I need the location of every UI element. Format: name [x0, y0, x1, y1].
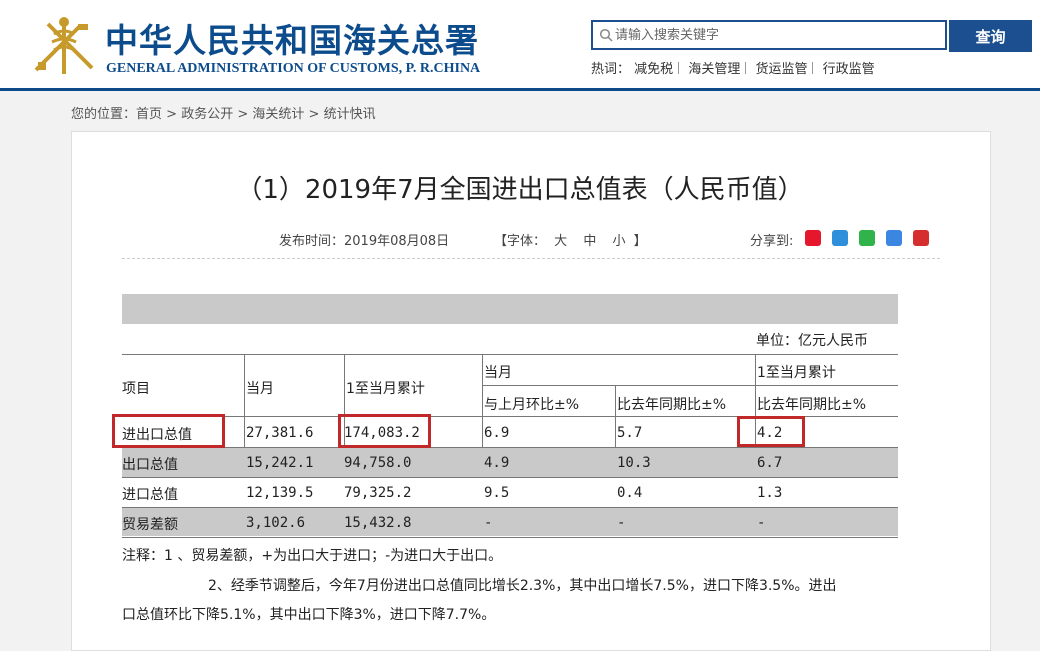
table-cell: 10.3 — [617, 455, 651, 471]
customs-emblem-icon — [34, 17, 94, 74]
table-cell: 5.7 — [617, 425, 643, 441]
header-item: 项目 — [122, 381, 150, 397]
article-title: （1）2019年7月全国进出口总值表（人民币值） — [236, 175, 804, 205]
table-row-item: 出口总值 — [122, 457, 178, 473]
hot-word-link[interactable]: 海关管理 — [688, 62, 740, 77]
divider — [745, 62, 747, 74]
header-ytd: 1至当月累计 — [346, 381, 425, 397]
search-box — [591, 20, 947, 50]
table-cell: 15,432.8 — [344, 515, 412, 531]
row-stripe — [122, 507, 898, 536]
table-rule — [122, 447, 898, 448]
weibo-icon[interactable] — [805, 230, 821, 246]
table-row-item: 进口总值 — [122, 487, 178, 503]
header-current-month: 当月 — [246, 381, 274, 397]
table-rule — [122, 477, 898, 478]
divider — [812, 62, 814, 74]
hot-word-link[interactable]: 行政监管 — [823, 62, 875, 77]
table-cell: 6.9 — [484, 425, 510, 441]
breadcrumb-public-affairs[interactable]: 政务公开 — [181, 107, 233, 122]
qzone-icon[interactable] — [832, 230, 848, 246]
table-row-item: 贸易差额 — [122, 517, 178, 533]
hot-word-link[interactable]: 减免税 — [634, 62, 673, 77]
table-cell: 15,242.1 — [246, 455, 314, 471]
header-divider — [0, 88, 1040, 91]
note-line: 2、经季节调整后，今年7月份进出口总值同比增长2.3%，其中出口增长7.5%，进… — [208, 578, 837, 594]
publish-time: 发布时间：2019年08月08日 — [279, 234, 450, 249]
table-cell: - — [484, 515, 493, 531]
header-mom: 与上月环比±% — [484, 397, 580, 413]
table-rule — [615, 385, 616, 447]
header-ytd-group: 1至当月累计 — [757, 365, 836, 381]
org-name-cn[interactable]: 中华人民共和国海关总署 — [105, 14, 479, 62]
table-cell: 94,758.0 — [344, 455, 412, 471]
table-rule — [122, 354, 898, 355]
table-cell: 3,102.6 — [246, 515, 306, 531]
note-line: 口总值环比下降5.1%，其中出口下降3%，进口下降7.7%。 — [122, 607, 496, 623]
font-size-label: 【字体： — [494, 234, 547, 249]
highlight-box — [112, 414, 225, 448]
share-label: 分享到: — [750, 234, 794, 249]
table-cell: 79,325.2 — [344, 485, 412, 501]
search-input[interactable] — [615, 25, 935, 45]
header-current-month-group: 当月 — [484, 365, 512, 381]
table-cell: 9.5 — [484, 485, 510, 501]
breadcrumb: 您的位置：首页 > 政务公开 > 海关统计 > 统计快讯 — [71, 103, 376, 122]
breadcrumb-separator: > — [233, 107, 253, 122]
table-cell: 12,139.5 — [246, 485, 314, 501]
table-rule — [482, 354, 483, 447]
content-panel — [71, 131, 991, 651]
header-yoy: 比去年同期比±% — [617, 397, 727, 413]
breadcrumb-prefix: 您的位置： — [71, 107, 137, 122]
font-size-end: 】 — [633, 234, 647, 249]
breadcrumb-home[interactable]: 首页 — [136, 107, 162, 122]
org-name-en[interactable]: GENERAL ADMINISTRATION OF CUSTOMS, P. R.… — [106, 61, 480, 77]
table-cell: - — [617, 515, 626, 531]
note-line: 注释：1 、贸易差额，+为出口大于进口；-为进口大于出口。 — [122, 548, 503, 564]
site-header: 中华人民共和国海关总署 GENERAL ADMINISTRATION OF CU… — [0, 0, 1040, 88]
table-cell: 6.7 — [757, 455, 783, 471]
people-icon[interactable] — [913, 230, 929, 246]
table-rule — [244, 354, 245, 447]
breadcrumb-statistics[interactable]: 海关统计 — [252, 107, 304, 122]
breadcrumb-separator: > — [304, 107, 324, 122]
font-size-small[interactable]: 小 — [612, 234, 625, 249]
table-cell: 1.3 — [757, 485, 783, 501]
table-rule — [122, 537, 898, 538]
divider — [122, 258, 940, 260]
table-unit: 单位：亿元人民币 — [756, 333, 868, 349]
hot-word-link[interactable]: 货运监管 — [755, 62, 807, 77]
table-rule — [122, 507, 898, 508]
font-size-medium[interactable]: 中 — [583, 234, 596, 249]
table-cell: 0.4 — [617, 485, 643, 501]
wechat-icon[interactable] — [859, 230, 875, 246]
table-header-bar — [122, 294, 898, 324]
highlight-box — [737, 416, 805, 447]
breadcrumb-separator: > — [162, 107, 182, 122]
table-cell: - — [757, 515, 766, 531]
hot-words: 热词： 减免税 海关管理 货运监管 行政监管 — [591, 58, 875, 77]
highlight-box — [338, 414, 431, 448]
hot-words-label: 热词： — [591, 62, 631, 77]
search-icon — [599, 28, 613, 42]
table-rule — [482, 385, 898, 386]
breadcrumb-express[interactable]: 统计快讯 — [324, 107, 376, 122]
font-size-control: 【字体： 大 中 小 】 — [494, 230, 647, 249]
header-ytd-yoy: 比去年同期比±% — [757, 397, 867, 413]
table-cell: 27,381.6 — [246, 425, 314, 441]
font-size-large[interactable]: 大 — [554, 234, 567, 249]
renren-icon[interactable] — [886, 230, 902, 246]
divider — [678, 62, 680, 74]
table-cell: 4.9 — [484, 455, 510, 471]
search-button[interactable]: 查询 — [949, 20, 1032, 52]
